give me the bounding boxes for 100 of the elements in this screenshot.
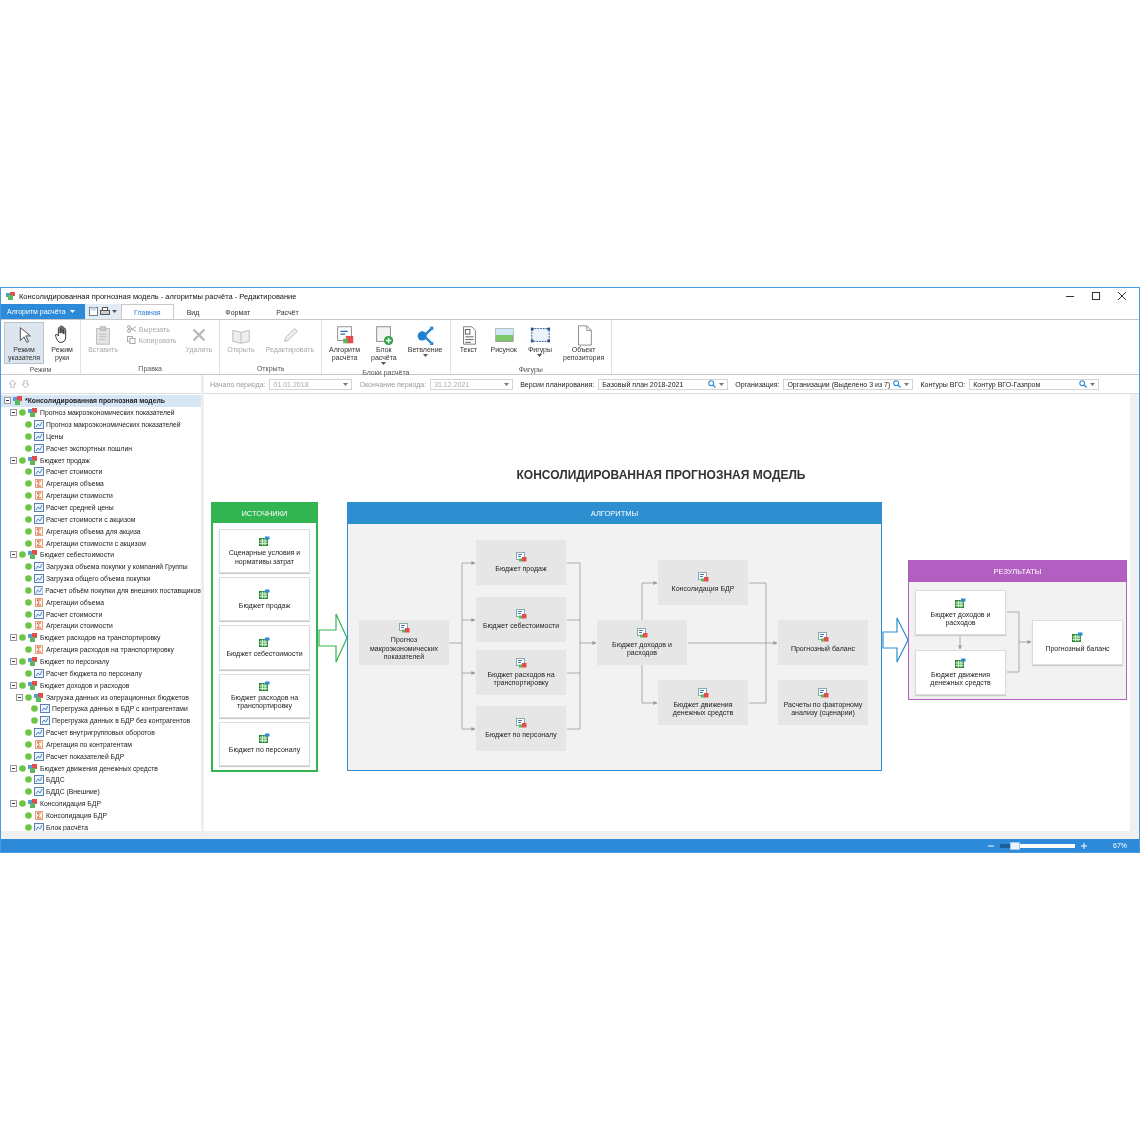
collapse-icon[interactable] xyxy=(10,551,17,559)
sum-icon xyxy=(34,621,44,631)
formula-icon xyxy=(515,717,527,728)
sum-icon xyxy=(34,491,44,501)
formula-icon xyxy=(515,551,527,562)
formula-icon xyxy=(697,687,709,698)
formula-icon xyxy=(697,571,709,582)
chart-icon xyxy=(34,574,44,584)
close-icon[interactable] xyxy=(1118,292,1126,300)
chart-icon xyxy=(33,585,44,595)
sum-icon xyxy=(34,645,44,655)
table-icon xyxy=(1072,631,1083,642)
chart-icon xyxy=(34,431,44,441)
search-icon[interactable] xyxy=(1079,380,1088,388)
scrollbar[interactable] xyxy=(1130,394,1139,831)
status-dot xyxy=(25,444,32,452)
caret-icon[interactable] xyxy=(904,382,910,386)
folder-icon xyxy=(28,633,38,643)
folder-icon xyxy=(28,763,38,773)
status-dot xyxy=(25,527,32,535)
zoom-slider[interactable] xyxy=(1000,843,1075,848)
status-dot xyxy=(25,575,32,583)
search-icon[interactable] xyxy=(893,380,902,388)
collapse-icon[interactable] xyxy=(10,409,17,417)
connector-line xyxy=(748,582,767,644)
chart-icon xyxy=(40,704,50,714)
app-icon xyxy=(6,292,15,300)
sum-icon xyxy=(34,479,44,489)
status-dot xyxy=(25,776,32,784)
status-dot xyxy=(25,492,32,500)
folder-icon xyxy=(28,550,38,560)
zoom-in-icon[interactable] xyxy=(1081,842,1087,849)
scrollbar[interactable] xyxy=(204,831,1139,839)
status-dot xyxy=(19,409,26,417)
caret-icon[interactable] xyxy=(112,310,117,313)
formula-icon xyxy=(636,627,648,638)
collapse-icon[interactable] xyxy=(10,681,17,689)
collapse-icon[interactable] xyxy=(10,764,17,772)
table-icon xyxy=(259,680,270,691)
chart-icon xyxy=(34,562,44,572)
status-dot xyxy=(31,705,38,713)
sum-icon xyxy=(34,597,44,607)
status-dot xyxy=(31,717,38,725)
status-dot xyxy=(25,598,32,606)
formula-icon xyxy=(515,608,527,619)
folder-icon xyxy=(28,408,38,418)
caret-icon xyxy=(69,310,75,313)
sum-icon xyxy=(34,810,44,820)
formula-icon xyxy=(398,623,410,634)
save-icon[interactable] xyxy=(89,307,98,316)
table-icon xyxy=(259,636,270,647)
caret-icon xyxy=(381,362,387,365)
scrollbar[interactable] xyxy=(1,831,201,839)
status-dot xyxy=(19,658,26,665)
status-dot xyxy=(19,800,26,808)
sum-icon xyxy=(34,526,44,536)
chart-icon xyxy=(34,443,44,453)
chart-icon xyxy=(34,728,44,738)
status-dot xyxy=(25,421,32,429)
status-dot xyxy=(25,646,32,654)
formula-icon xyxy=(817,631,829,642)
formula-icon xyxy=(515,657,527,668)
slider-thumb[interactable] xyxy=(1010,841,1020,850)
folder-icon xyxy=(13,396,23,406)
status-dot xyxy=(25,468,32,476)
status-dot xyxy=(19,634,26,642)
status-dot xyxy=(25,788,32,796)
collapse-icon[interactable] xyxy=(10,800,17,808)
collapse-icon[interactable] xyxy=(10,658,17,665)
collapse-icon[interactable] xyxy=(4,397,11,405)
status-dot xyxy=(25,669,32,677)
chart-icon xyxy=(34,609,44,619)
copy-icon xyxy=(126,336,136,344)
collapse-icon[interactable] xyxy=(16,693,23,701)
status-dot xyxy=(25,740,32,748)
connector-line xyxy=(1006,611,1020,643)
caret-icon[interactable] xyxy=(1090,382,1096,386)
status-dot xyxy=(25,729,32,737)
table-icon xyxy=(955,657,966,668)
status-dot xyxy=(25,622,32,630)
status-dot xyxy=(25,539,32,547)
folder-icon xyxy=(28,455,38,465)
status-dot xyxy=(24,586,32,594)
chart-icon xyxy=(34,787,44,797)
status-dot xyxy=(25,823,32,831)
status-dot xyxy=(25,432,32,440)
collapse-icon[interactable] xyxy=(10,634,17,642)
connector-line xyxy=(1006,641,1020,673)
caret-icon[interactable] xyxy=(719,382,725,386)
maximize-icon[interactable] xyxy=(1092,292,1100,300)
folder-icon xyxy=(28,680,38,690)
sum-icon xyxy=(34,538,44,548)
status-dot xyxy=(19,551,26,559)
diagram-title: КОНСОЛИДИРОВАННАЯ ПРОГНОЗНАЯ МОДЕЛЬ xyxy=(515,468,807,482)
search-icon[interactable] xyxy=(708,380,717,388)
chart-icon xyxy=(34,751,44,761)
collapse-icon[interactable] xyxy=(10,456,17,464)
status-dot xyxy=(25,480,32,488)
formula-icon xyxy=(817,687,829,698)
print-icon[interactable] xyxy=(100,307,110,316)
